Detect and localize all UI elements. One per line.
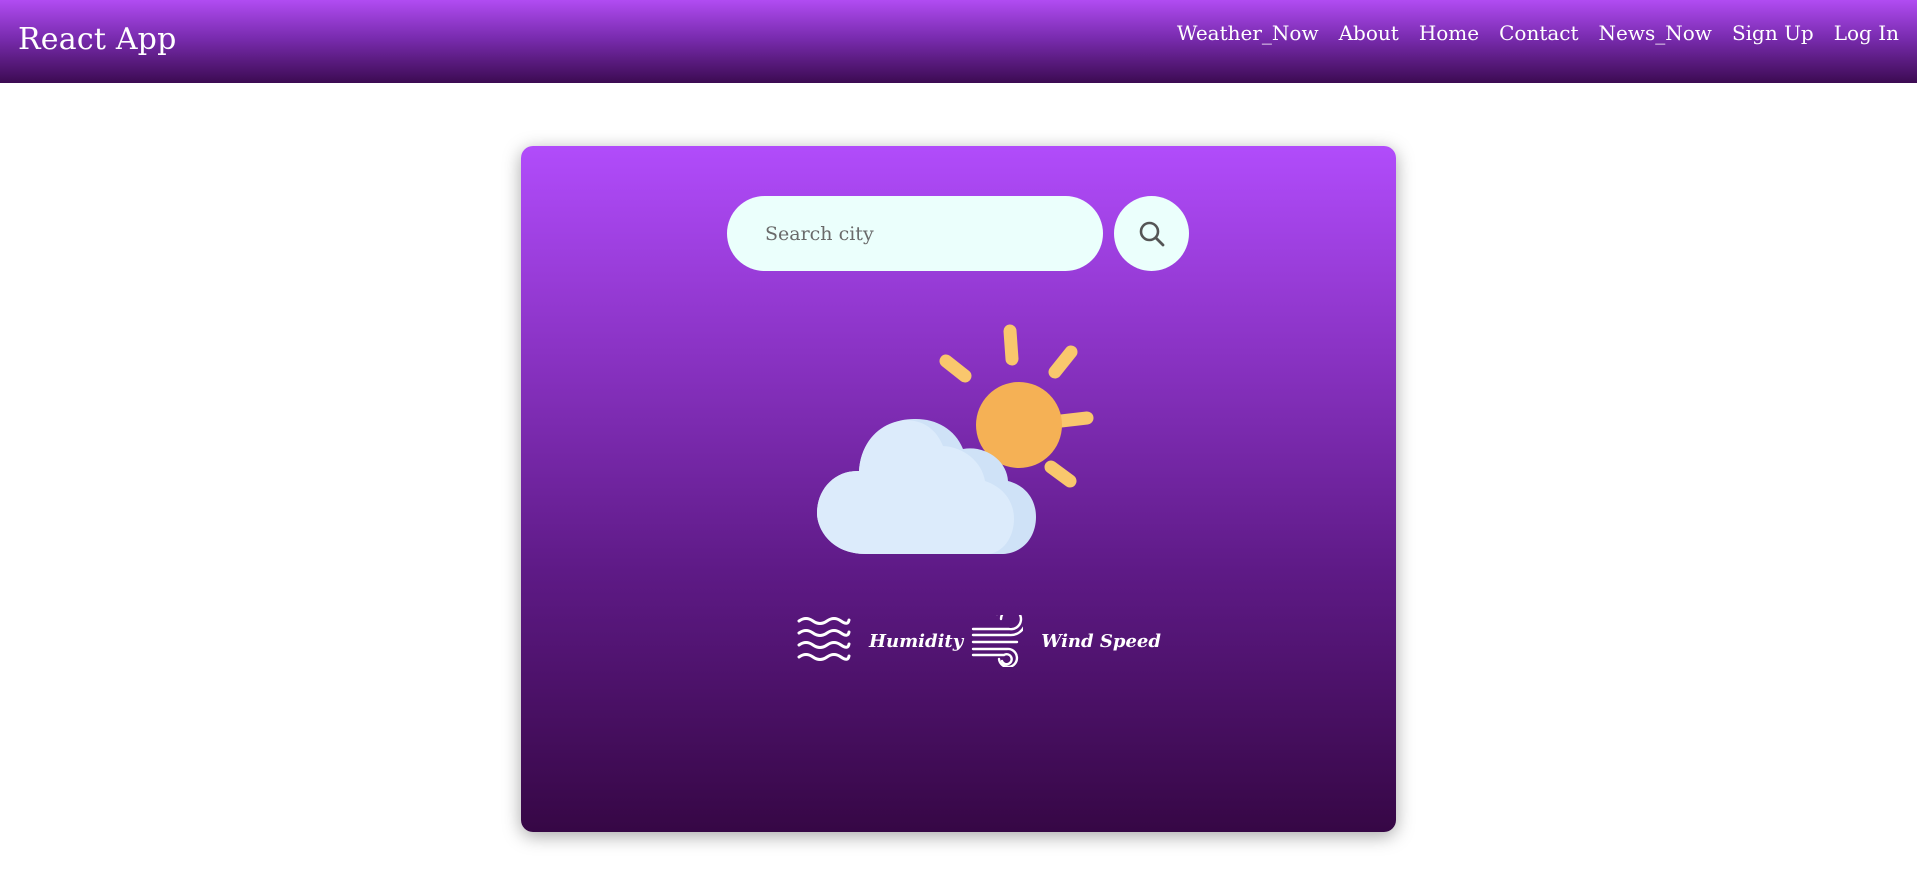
nav-link-news-now[interactable]: News_Now — [1599, 21, 1712, 45]
search-icon — [1139, 221, 1164, 246]
nav-link-log-in[interactable]: Log In — [1834, 21, 1899, 45]
wind-icon — [971, 615, 1024, 667]
brand-title[interactable]: React App — [18, 22, 177, 57]
nav-link-home[interactable]: Home — [1419, 21, 1479, 45]
navbar: React App Weather_Now About Home Contact… — [0, 0, 1917, 83]
humidity-label: Humidity — [869, 630, 964, 652]
nav-link-sign-up[interactable]: Sign Up — [1732, 21, 1814, 45]
nav-link-contact[interactable]: Contact — [1499, 21, 1578, 45]
weather-icon — [811, 321, 1111, 565]
search-button[interactable] — [1114, 196, 1189, 271]
weather-card: Humidity Wind Speed — [521, 146, 1396, 832]
cloud-sun-icon — [817, 324, 1094, 554]
nav-link-weather-now[interactable]: Weather_Now — [1177, 21, 1319, 45]
nav-links: Weather_Now About Home Contact News_Now … — [1177, 21, 1899, 45]
search-input[interactable] — [727, 196, 1103, 271]
weather-stats: Humidity Wind Speed — [796, 611, 1161, 671]
nav-link-about[interactable]: About — [1339, 21, 1399, 45]
wind-speed-label: Wind Speed — [1041, 630, 1161, 652]
waves-icon — [797, 617, 851, 661]
